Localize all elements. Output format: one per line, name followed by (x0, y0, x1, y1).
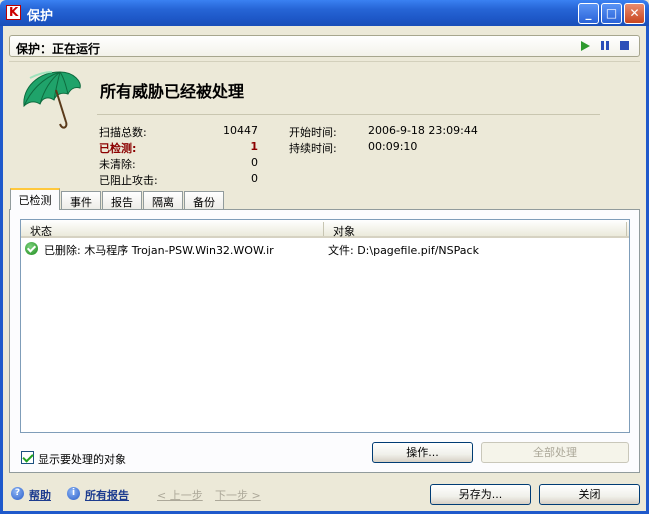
status-cell: 已删除: 木马程序 Trojan-PSW.Win32.WOW.ir (44, 244, 274, 257)
total-scanned-value: 10447 (223, 124, 258, 137)
tab-backup[interactable]: 备份 (184, 191, 224, 210)
info-icon[interactable]: i (67, 487, 80, 500)
tab-reports[interactable]: 报告 (102, 191, 142, 210)
show-items-checkbox[interactable] (21, 451, 34, 464)
object-cell: 文件: D:\pagefile.pif/NSPack (328, 244, 479, 257)
column-header-status[interactable]: 状态 (30, 223, 52, 239)
column-divider[interactable] (323, 222, 324, 236)
total-scanned-label: 扫描总数: (99, 126, 147, 139)
summary-headline: 所有威胁已经被处理 (100, 82, 245, 101)
divider (9, 61, 640, 62)
window-title: 保护 (27, 9, 54, 24)
not-cleaned-label: 未清除: (99, 158, 136, 171)
duration-value: 00:09:10 (368, 140, 418, 153)
stop-icon[interactable] (619, 40, 631, 52)
help-icon[interactable]: ? (11, 487, 24, 500)
duration-label: 持续时间: (289, 142, 337, 155)
process-all-button[interactable]: 全部处理 (481, 442, 629, 463)
start-time-label: 开始时间: (289, 126, 337, 139)
check-icon (25, 242, 38, 255)
umbrella-icon (23, 71, 81, 129)
attacks-blocked-value: 0 (251, 172, 258, 185)
show-items-label[interactable]: 显示要处理的对象 (38, 451, 126, 467)
column-divider[interactable] (626, 222, 627, 236)
close-button[interactable]: 关闭 (539, 484, 640, 505)
detected-value: 1 (250, 140, 258, 153)
pause-icon[interactable] (600, 40, 612, 52)
play-icon[interactable] (581, 41, 590, 51)
tab-quarantine[interactable]: 隔离 (143, 191, 183, 210)
action-button[interactable]: 操作... (372, 442, 473, 463)
list-header: 状态 对象 (21, 220, 629, 238)
list-item[interactable]: 已删除: 木马程序 Trojan-PSW.Win32.WOW.ir 文件: D:… (21, 240, 629, 258)
protection-status-bar: 保护：正在运行 (9, 35, 640, 57)
protection-status-text: 保护：正在运行 (16, 42, 101, 56)
start-time-value: 2006-9-18 23:09:44 (368, 124, 478, 137)
maximize-button[interactable]: □ (601, 3, 622, 24)
detected-objects-list[interactable]: 状态 对象 已删除: 木马程序 Trojan-PSW.Win32.WOW.ir … (20, 219, 630, 433)
all-reports-link[interactable]: 所有报告 (85, 487, 129, 503)
kaspersky-logo-icon: K (6, 5, 21, 20)
divider (97, 114, 600, 115)
help-link[interactable]: 帮助 (29, 487, 51, 503)
column-header-object[interactable]: 对象 (333, 223, 355, 239)
prev-link[interactable]: < 上一步 (157, 487, 203, 503)
title-bar[interactable]: K 保护 _ □ ✕ (0, 0, 649, 26)
minimize-button[interactable]: _ (578, 3, 599, 24)
detected-label: 已检测: (99, 142, 137, 155)
next-link[interactable]: 下一步 > (215, 487, 261, 503)
attacks-blocked-label: 已阻止攻击: (99, 174, 158, 187)
not-cleaned-value: 0 (251, 156, 258, 169)
tab-events[interactable]: 事件 (61, 191, 101, 210)
close-window-button[interactable]: ✕ (624, 3, 645, 24)
tab-detected[interactable]: 已检测 (10, 188, 60, 210)
save-as-button[interactable]: 另存为... (430, 484, 531, 505)
